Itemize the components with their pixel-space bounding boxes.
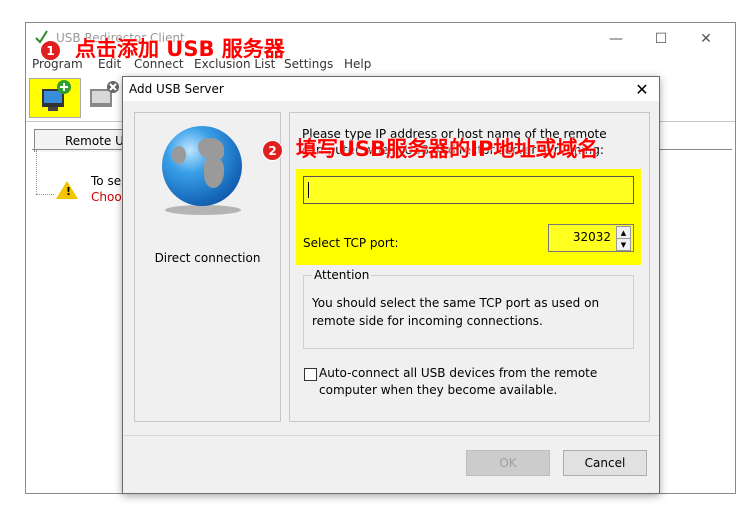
autoconnect-checkbox[interactable] [304, 368, 317, 381]
ok-button[interactable]: OK [466, 450, 550, 476]
autoconnect-label[interactable]: Auto-connect all USB devices from the re… [319, 365, 619, 399]
attention-text: You should select the same TCP port as u… [312, 296, 600, 328]
text-caret [308, 182, 309, 198]
menu-help[interactable]: Help [344, 57, 371, 71]
globe-shadow [165, 205, 241, 215]
dialog-close-button[interactable]: ✕ [631, 79, 653, 99]
dialog-title-bar: Add USB Server ✕ [123, 77, 659, 101]
tree-line [36, 194, 54, 196]
tree-item-link[interactable]: Choo [91, 190, 122, 204]
minimize-button[interactable]: — [598, 27, 634, 51]
connection-type-panel[interactable]: Direct connection [134, 112, 281, 422]
add-server-icon [42, 80, 71, 111]
footer-divider [123, 435, 659, 436]
warning-mark: ! [66, 185, 72, 198]
remove-server-button[interactable] [86, 81, 122, 115]
step2-annotation: 填写USB服务器的IP地址或域名 [296, 137, 599, 161]
attention-title: Attention [312, 268, 372, 282]
step2-badge: 2 [262, 140, 283, 161]
close-window-button[interactable]: ✕ [688, 27, 724, 51]
dialog-title: Add USB Server [129, 82, 224, 96]
direct-connection-label: Direct connection [154, 251, 261, 265]
tcp-port-stepper[interactable]: 32032 ▲ ▼ [548, 224, 634, 252]
tcp-port-value: 32032 [572, 230, 611, 244]
maximize-button[interactable]: ☐ [643, 27, 679, 51]
host-address-input[interactable] [303, 176, 634, 204]
attention-group: Attention You should select the same TCP… [303, 268, 634, 349]
remove-server-icon [90, 81, 119, 107]
cancel-button[interactable]: Cancel [563, 450, 647, 476]
tcp-port-label: Select TCP port: [303, 236, 399, 250]
port-down-button[interactable]: ▼ [616, 238, 631, 251]
menu-settings[interactable]: Settings [284, 57, 333, 71]
step1-annotation: 点击添加 USB 服务器 [75, 37, 285, 61]
tab-remote-usb-label: Remote U [65, 134, 124, 148]
step1-badge: 1 [40, 40, 61, 61]
globe-icon [162, 126, 242, 206]
add-server-button[interactable] [29, 78, 81, 118]
tree-item-text: To se [91, 174, 122, 188]
tree-line [36, 150, 38, 194]
